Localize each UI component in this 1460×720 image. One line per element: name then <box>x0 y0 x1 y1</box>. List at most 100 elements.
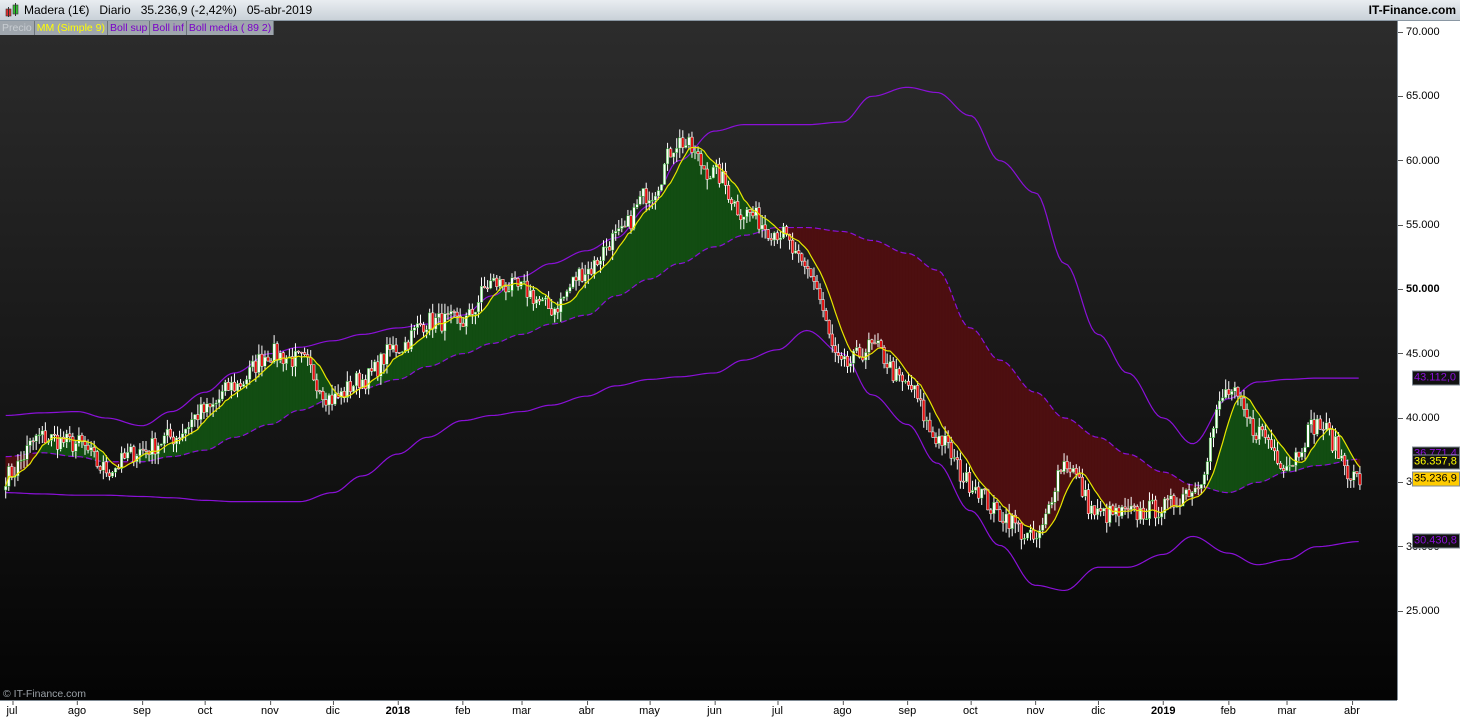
candle-body <box>28 440 32 446</box>
candle-body <box>1080 476 1084 497</box>
candle-body <box>974 486 978 491</box>
candle <box>1022 533 1026 545</box>
candle-body <box>1141 507 1145 520</box>
plot-area[interactable] <box>0 21 1397 700</box>
price-axis[interactable]: 70.000 65.000 60.000 55.000 50.000 45.000 40.0… <box>1397 21 1460 700</box>
candle-body <box>1355 471 1359 474</box>
candle-body <box>629 215 633 230</box>
ma-media-fill <box>209 411 214 450</box>
candle <box>833 337 837 363</box>
candle-body <box>913 385 917 390</box>
candle <box>955 450 959 470</box>
candle <box>980 488 984 506</box>
candle-body <box>34 435 38 442</box>
candle <box>1355 471 1359 478</box>
ma-media-fill <box>225 398 229 441</box>
ma-media-fill <box>481 307 485 347</box>
y-tick-label: 65.000 <box>1398 90 1440 102</box>
candle <box>312 364 316 382</box>
candle-body <box>775 232 779 241</box>
x-tick-label: sep <box>133 701 151 717</box>
candle-body <box>757 207 761 230</box>
candle-body <box>653 195 657 201</box>
candle <box>1202 471 1206 488</box>
ma-media-fill <box>167 442 171 458</box>
candle-body <box>1205 461 1209 475</box>
ma-media-fill <box>203 417 208 451</box>
candle <box>769 233 773 246</box>
candle-body <box>925 419 929 422</box>
candle-body <box>806 266 810 270</box>
legend-item[interactable]: Boll media ( 89 2) <box>186 21 275 35</box>
legend-item[interactable]: MM (Simple 9) <box>34 21 109 35</box>
ma-media-fill <box>191 430 196 453</box>
period: Diario <box>99 3 131 17</box>
time-axis[interactable]: jul ago sep oct nov dic 2018 feb mar abr may jun jul… <box>0 700 1397 720</box>
candle <box>1221 389 1225 403</box>
candle-body <box>891 361 895 382</box>
candle-body <box>19 460 23 462</box>
candle <box>589 261 593 276</box>
candle-body <box>418 323 423 325</box>
legend-item[interactable]: Precio <box>0 21 35 35</box>
candle-body <box>74 443 78 452</box>
candle-body <box>827 320 831 335</box>
last-price: 35.236,9 (-2,42%) <box>140 3 237 17</box>
candle-body <box>83 441 87 446</box>
ma-media-fill <box>618 242 623 296</box>
candle <box>1193 482 1197 495</box>
candle <box>678 129 682 158</box>
ma-media-fill <box>627 231 632 292</box>
candle-body <box>391 344 395 350</box>
ma-media-fill <box>947 284 952 440</box>
candle <box>1035 532 1039 548</box>
candle-body <box>269 360 273 363</box>
ma-media-fill <box>950 292 955 445</box>
candle-body <box>617 228 621 232</box>
candle-body <box>626 215 630 227</box>
candle <box>232 373 237 392</box>
candle <box>952 449 956 462</box>
candle <box>601 240 606 268</box>
ma-media-fill <box>1024 384 1028 527</box>
legend-item[interactable]: Boll sup <box>108 21 151 35</box>
ma-media-fill <box>215 406 220 447</box>
candle <box>1211 426 1216 448</box>
ma-media-fill <box>414 340 418 373</box>
candle-body <box>239 383 243 387</box>
legend-item[interactable]: Boll inf <box>150 21 187 35</box>
candle-body <box>129 446 133 453</box>
candle-body <box>1047 504 1051 515</box>
candle <box>574 271 578 291</box>
candle-body <box>312 364 316 381</box>
candle-body <box>1297 451 1301 458</box>
candle-body <box>745 209 749 218</box>
candle <box>836 343 840 364</box>
ma-media-fill <box>563 302 568 322</box>
brand: IT-Finance.com <box>1368 3 1456 17</box>
ma-media-fill <box>490 294 495 344</box>
candle <box>964 463 969 483</box>
candle <box>397 351 401 355</box>
candle-body <box>495 277 499 287</box>
candle-body <box>635 204 639 208</box>
candle-body <box>1263 429 1267 438</box>
ma-media-fill <box>255 374 260 430</box>
x-tick-label: jul <box>6 701 18 717</box>
ma-media-fill <box>194 428 199 452</box>
candle-body <box>1343 455 1347 466</box>
candle-body <box>958 459 962 482</box>
ma-media-fill <box>591 273 595 315</box>
candle <box>580 262 584 283</box>
candle-body <box>1224 389 1228 399</box>
candle-body <box>769 238 773 241</box>
candle-body <box>59 436 63 450</box>
candle-body <box>1157 516 1161 519</box>
ma-media-fill <box>566 301 571 321</box>
candle <box>571 276 575 289</box>
candle-body <box>220 390 224 400</box>
candle <box>1346 459 1350 488</box>
candle-body <box>1254 435 1258 440</box>
ma-media-fill <box>401 349 406 380</box>
candle-body <box>839 355 843 360</box>
